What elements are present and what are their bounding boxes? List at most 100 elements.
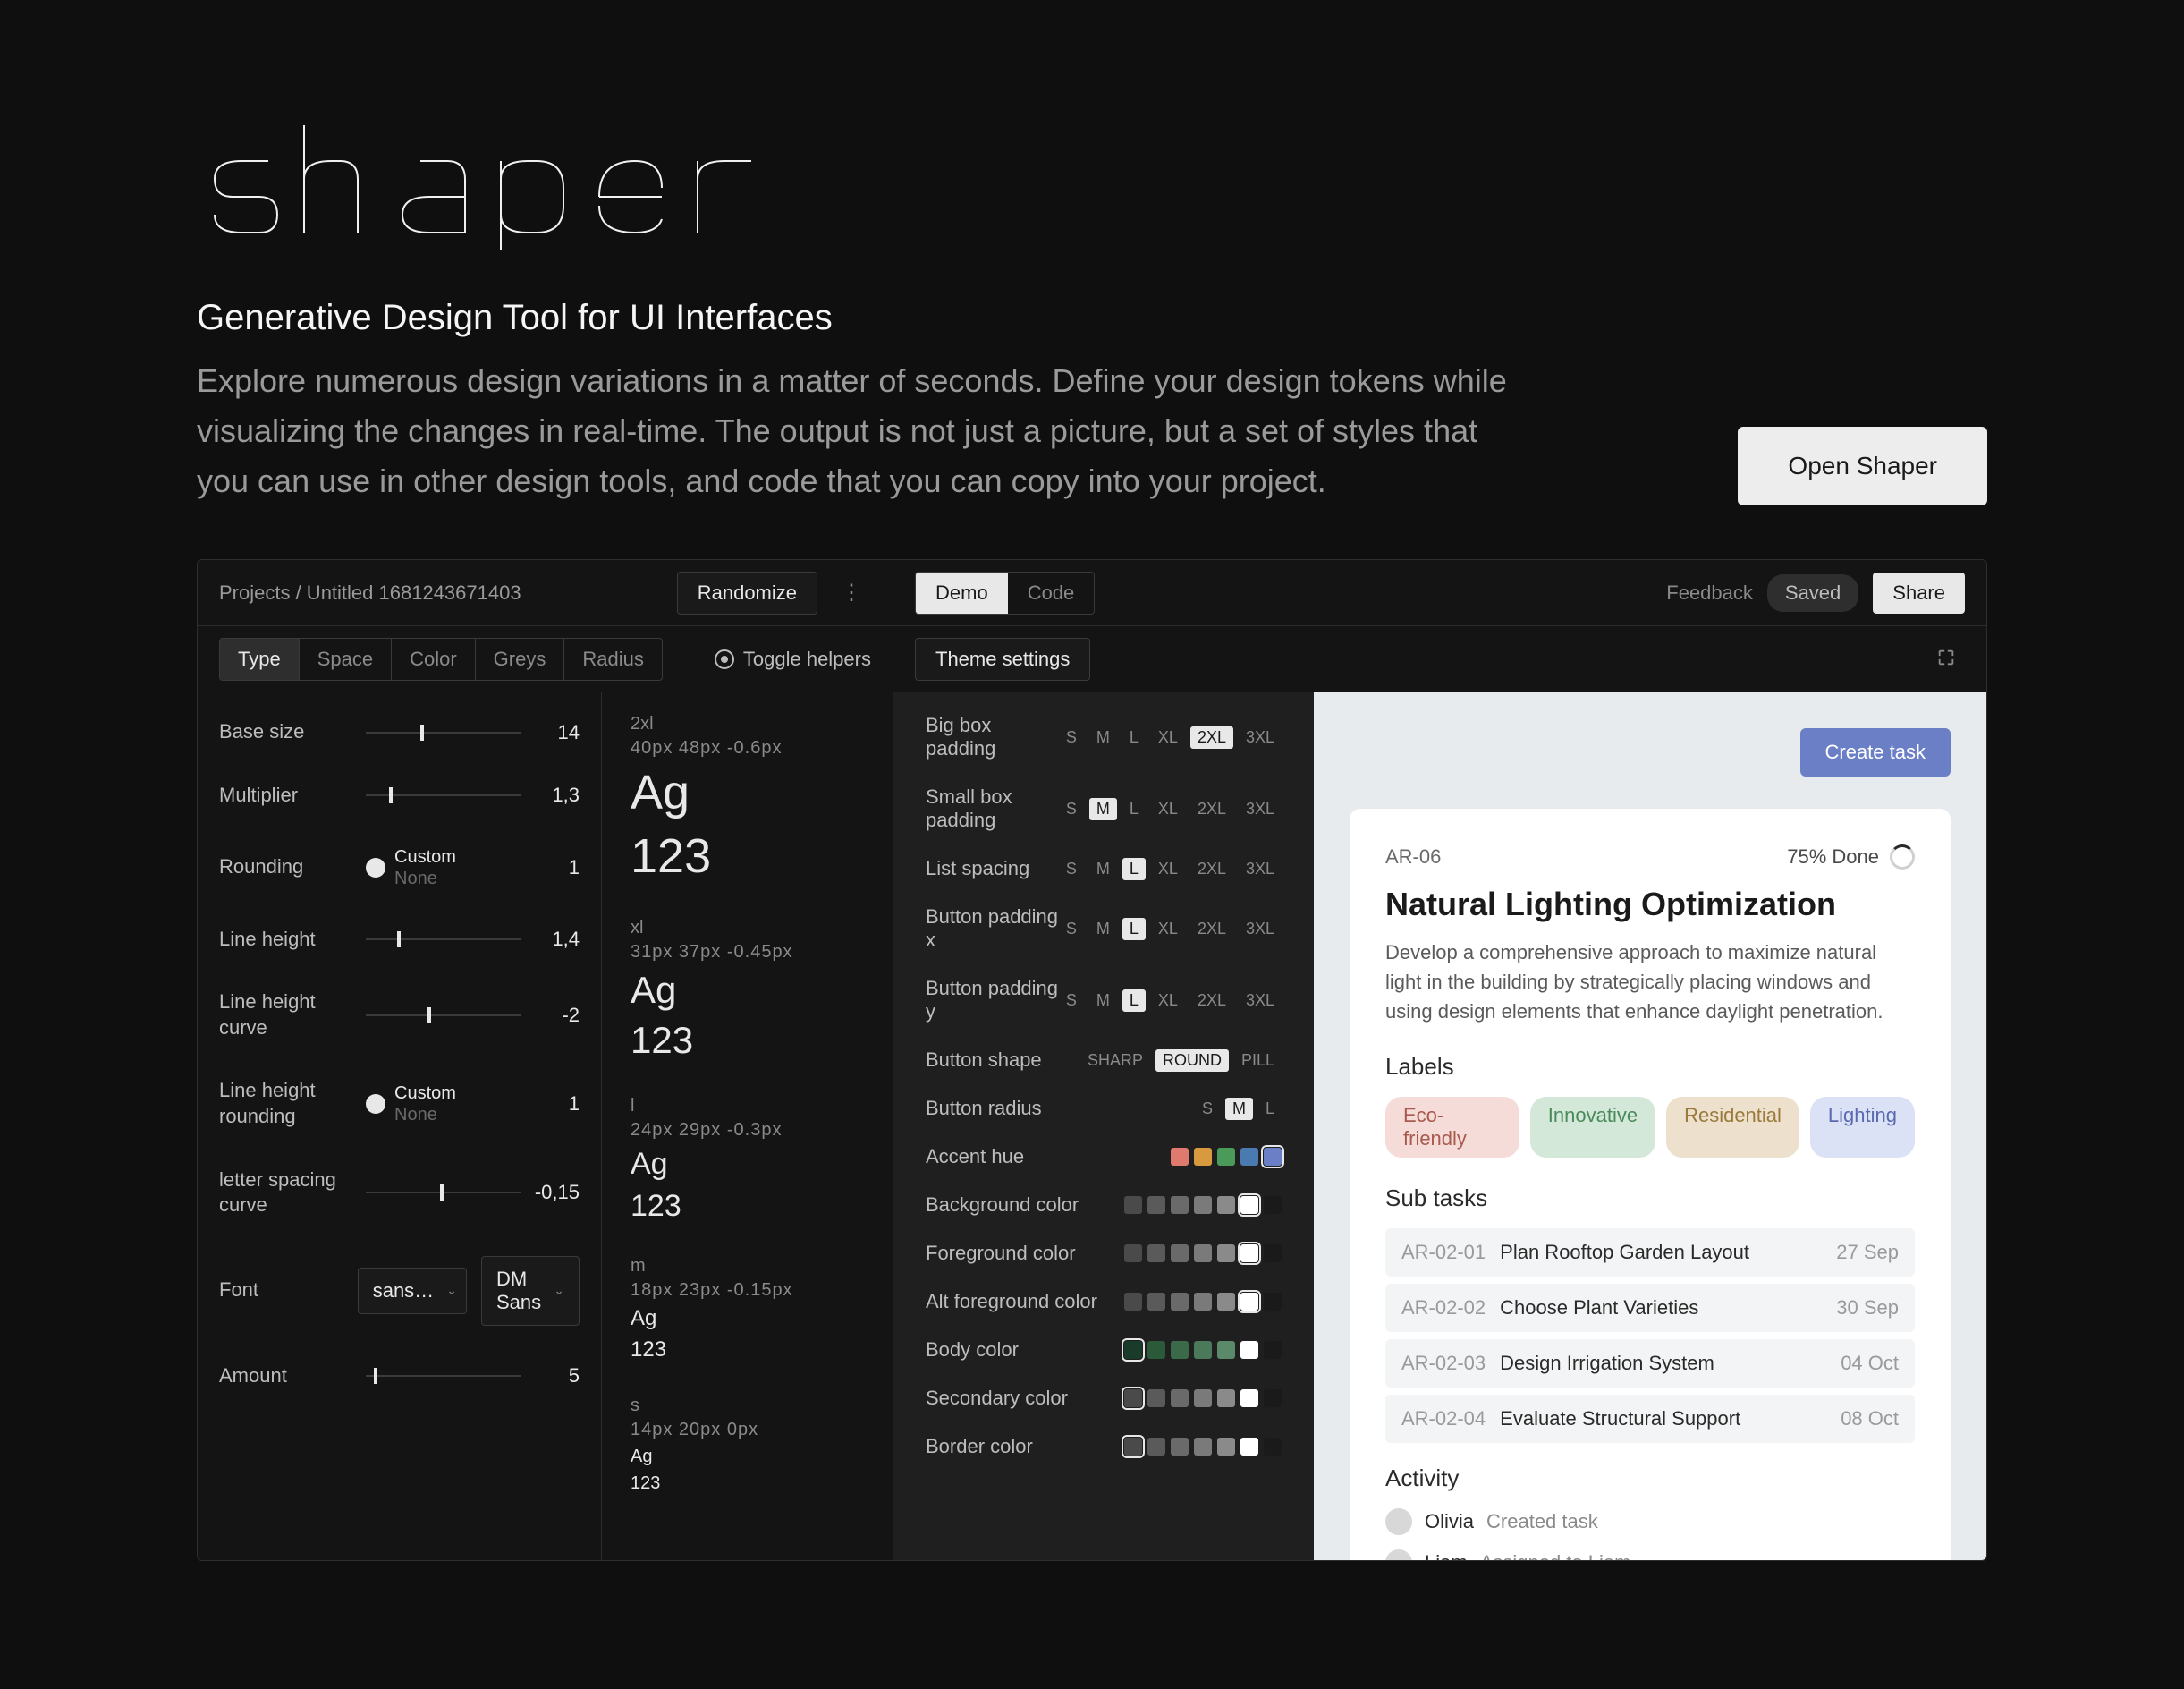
button-padding-y-opt-m[interactable]: M [1089,989,1117,1012]
secondary-color-swatch-0[interactable] [1124,1389,1142,1407]
big-box-padding-opt-xl[interactable]: XL [1151,726,1185,749]
list-spacing-opt-l[interactable]: L [1122,858,1146,880]
border-color-swatch-5[interactable] [1240,1438,1258,1456]
background-color-swatch-3[interactable] [1194,1196,1212,1214]
small-box-padding-opt-m[interactable]: M [1089,798,1117,820]
create-task-button[interactable]: Create task [1800,728,1951,777]
list-spacing-opt-xl[interactable]: XL [1151,858,1185,880]
alt-foreground-color-swatch-4[interactable] [1217,1293,1235,1311]
big-box-padding-opt-2xl[interactable]: 2XL [1190,726,1233,749]
more-menu-icon[interactable]: ⋮ [832,580,871,606]
list-spacing-opt-m[interactable]: M [1089,858,1117,880]
border-color-swatch-6[interactable] [1264,1438,1282,1456]
line-height-curve-slider[interactable] [366,1014,521,1016]
border-color-swatch-1[interactable] [1147,1438,1165,1456]
big-box-padding-opt-3xl[interactable]: 3XL [1239,726,1282,749]
foreground-color-swatch-0[interactable] [1124,1244,1142,1262]
background-color-swatch-2[interactable] [1171,1196,1189,1214]
body-color-swatch-2[interactable] [1171,1341,1189,1359]
line-height-slider[interactable] [366,938,521,940]
body-color-swatch-4[interactable] [1217,1341,1235,1359]
accent-hue-swatch-0[interactable] [1171,1148,1189,1166]
list-spacing-opt-3xl[interactable]: 3XL [1239,858,1282,880]
button-padding-x-opt-3xl[interactable]: 3XL [1239,918,1282,940]
secondary-color-swatch-3[interactable] [1194,1389,1212,1407]
background-color-swatch-0[interactable] [1124,1196,1142,1214]
alt-foreground-color-swatch-1[interactable] [1147,1293,1165,1311]
body-color-swatch-0[interactable] [1124,1341,1142,1359]
tab-greys[interactable]: Greys [476,639,565,680]
button-padding-y-opt-l[interactable]: L [1122,989,1146,1012]
label-lighting[interactable]: Lighting [1810,1097,1915,1158]
big-box-padding-opt-m[interactable]: M [1089,726,1117,749]
button-padding-y-opt-2xl[interactable]: 2XL [1190,989,1233,1012]
small-box-padding-opt-s[interactable]: S [1059,798,1084,820]
small-box-padding-opt-l[interactable]: L [1122,798,1146,820]
randomize-button[interactable]: Randomize [677,572,817,615]
foreground-color-swatch-3[interactable] [1194,1244,1212,1262]
body-color-swatch-1[interactable] [1147,1341,1165,1359]
subtask-row[interactable]: AR-02-04Evaluate Structural Support08 Oc… [1385,1395,1915,1443]
foreground-color-swatch-4[interactable] [1217,1244,1235,1262]
button-shape-opt-sharp[interactable]: SHARP [1080,1049,1150,1072]
button-shape-opt-pill[interactable]: PILL [1234,1049,1282,1072]
line-height-rounding-toggle[interactable]: CustomNone [366,1082,456,1125]
background-color-swatch-5[interactable] [1240,1196,1258,1214]
alt-foreground-color-swatch-6[interactable] [1264,1293,1282,1311]
button-padding-x-opt-2xl[interactable]: 2XL [1190,918,1233,940]
border-color-swatch-0[interactable] [1124,1438,1142,1456]
button-padding-y-opt-xl[interactable]: XL [1151,989,1185,1012]
alt-foreground-color-swatch-3[interactable] [1194,1293,1212,1311]
tab-type[interactable]: Type [220,639,300,680]
alt-foreground-color-swatch-2[interactable] [1171,1293,1189,1311]
tab-demo[interactable]: Demo [916,573,1008,614]
feedback-link[interactable]: Feedback [1666,581,1753,605]
secondary-color-swatch-6[interactable] [1264,1389,1282,1407]
button-radius-opt-l[interactable]: L [1258,1098,1282,1120]
body-color-swatch-5[interactable] [1240,1341,1258,1359]
secondary-color-swatch-4[interactable] [1217,1389,1235,1407]
accent-hue-swatch-2[interactable] [1217,1148,1235,1166]
small-box-padding-opt-xl[interactable]: XL [1151,798,1185,820]
toggle-helpers-button[interactable]: Toggle helpers [715,648,871,671]
foreground-color-swatch-2[interactable] [1171,1244,1189,1262]
accent-hue-swatch-3[interactable] [1240,1148,1258,1166]
tab-radius[interactable]: Radius [564,639,661,680]
border-color-swatch-3[interactable] [1194,1438,1212,1456]
big-box-padding-opt-l[interactable]: L [1122,726,1146,749]
background-color-swatch-1[interactable] [1147,1196,1165,1214]
button-shape-opt-round[interactable]: ROUND [1155,1049,1229,1072]
label-innovative[interactable]: Innovative [1530,1097,1655,1158]
label-eco-friendly[interactable]: Eco-friendly [1385,1097,1519,1158]
share-button[interactable]: Share [1873,573,1965,614]
body-color-swatch-6[interactable] [1264,1341,1282,1359]
alt-foreground-color-swatch-0[interactable] [1124,1293,1142,1311]
rounding-toggle[interactable]: CustomNone [366,846,456,889]
secondary-color-swatch-5[interactable] [1240,1389,1258,1407]
fullscreen-icon[interactable] [1927,648,1965,670]
button-radius-opt-s[interactable]: S [1195,1098,1220,1120]
subtask-row[interactable]: AR-02-02Choose Plant Varieties30 Sep [1385,1284,1915,1332]
alt-foreground-color-swatch-5[interactable] [1240,1293,1258,1311]
base-size-slider[interactable] [366,732,521,734]
tab-space[interactable]: Space [300,639,392,680]
list-spacing-opt-2xl[interactable]: 2XL [1190,858,1233,880]
letter-spacing-curve-slider[interactable] [366,1192,521,1193]
small-box-padding-opt-2xl[interactable]: 2XL [1190,798,1233,820]
open-shaper-button[interactable]: Open Shaper [1738,427,1987,505]
amount-slider[interactable] [366,1375,521,1377]
breadcrumb[interactable]: Projects / Untitled 1681243671403 [219,581,663,605]
list-spacing-opt-s[interactable]: S [1059,858,1084,880]
button-padding-x-opt-s[interactable]: S [1059,918,1084,940]
font-type-select[interactable]: sans…⌄ [358,1268,467,1314]
button-padding-y-opt-s[interactable]: S [1059,989,1084,1012]
border-color-swatch-2[interactable] [1171,1438,1189,1456]
secondary-color-swatch-1[interactable] [1147,1389,1165,1407]
accent-hue-swatch-4[interactable] [1264,1148,1282,1166]
subtask-row[interactable]: AR-02-01Plan Rooftop Garden Layout27 Sep [1385,1228,1915,1277]
border-color-swatch-4[interactable] [1217,1438,1235,1456]
theme-settings-button[interactable]: Theme settings [915,638,1090,681]
big-box-padding-opt-s[interactable]: S [1059,726,1084,749]
foreground-color-swatch-6[interactable] [1264,1244,1282,1262]
button-padding-x-opt-l[interactable]: L [1122,918,1146,940]
